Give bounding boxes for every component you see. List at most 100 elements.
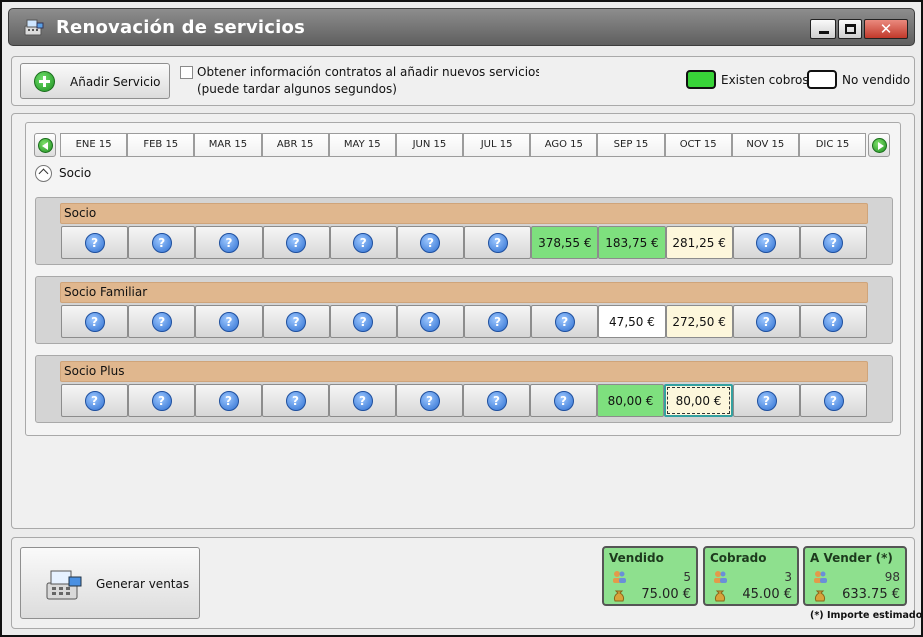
amount-cell[interactable]: 80,00 €	[597, 384, 664, 417]
service-row: Socio Plus???????? 80,00 €80,00 €??	[35, 355, 893, 423]
question-icon: ?	[286, 232, 307, 253]
unknown-cell[interactable]: ?	[262, 384, 329, 417]
arrow-right-icon	[872, 138, 887, 153]
unknown-cell[interactable]: ?	[128, 226, 196, 259]
unknown-cell[interactable]: ?	[396, 305, 465, 338]
stat-count: 5	[683, 570, 691, 584]
people-icon	[814, 571, 827, 583]
unknown-cell[interactable]: ?	[732, 226, 800, 259]
money-bag-icon	[814, 590, 826, 602]
next-month-button[interactable]	[868, 133, 890, 157]
question-icon: ?	[151, 232, 172, 253]
unknown-cell[interactable]: ?	[61, 226, 129, 259]
stat-amount: 633.75 €	[842, 587, 900, 602]
question-icon: ?	[420, 311, 441, 332]
month-header-cell: DIC 15	[798, 133, 867, 157]
service-header: Socio Familiar	[60, 282, 868, 303]
question-icon: ?	[756, 311, 777, 332]
estimate-footnote: (*) Importe estimado	[810, 610, 923, 621]
question-icon: ?	[823, 232, 844, 253]
service-header: Socio Plus	[60, 361, 868, 382]
unknown-cell[interactable]: ?	[464, 305, 532, 338]
service-row: Socio Familiar???????? 47,50 €272,50 €??	[35, 276, 893, 344]
amount-cell[interactable]: 378,55 €	[531, 226, 599, 259]
unknown-cell[interactable]: ?	[396, 226, 465, 259]
stat-count: 3	[784, 570, 792, 584]
unknown-cell[interactable]: ?	[732, 305, 800, 338]
unknown-cell[interactable]: ?	[262, 226, 330, 259]
question-icon: ?	[218, 311, 239, 332]
unknown-cell[interactable]: ?	[61, 305, 129, 338]
close-button[interactable]: ✕	[864, 19, 908, 39]
stat-cobrado: Cobrado 3 45.00 €	[703, 546, 799, 606]
bottom-panel: Generar ventas Vendido 5 75.00 € Cobrado…	[11, 537, 922, 629]
question-icon: ?	[352, 390, 373, 411]
previous-month-button[interactable]	[34, 133, 56, 157]
title-bar[interactable]: Renovación de servicios ✕	[8, 8, 915, 46]
unknown-cell[interactable]: ?	[329, 226, 397, 259]
question-icon: ?	[286, 311, 307, 332]
month-header-cell: JUN 15	[395, 133, 464, 157]
unknown-cell[interactable]: ?	[61, 384, 128, 417]
question-icon: ?	[420, 232, 441, 253]
legend-swatch-no-vendido	[807, 70, 837, 89]
unknown-cell[interactable]: ?	[799, 305, 868, 338]
question-icon: ?	[151, 390, 172, 411]
unknown-cell[interactable]: ?	[195, 384, 262, 417]
info-checkbox-label[interactable]: Obtener información contratos al añadir …	[197, 65, 539, 79]
add-icon	[34, 71, 55, 92]
minimize-button[interactable]	[810, 19, 836, 39]
amount-cell[interactable]: 272,50 €	[665, 305, 733, 338]
unknown-cell[interactable]: ?	[262, 305, 330, 338]
service-name: Socio Familiar	[64, 285, 148, 299]
service-cells: ??????? 378,55 €183,75 €281,25 €??	[61, 226, 868, 259]
question-icon: ?	[487, 311, 508, 332]
unknown-cell[interactable]: ?	[396, 384, 463, 417]
legend-label-no-vendido: No vendido	[842, 73, 911, 87]
unknown-cell[interactable]: ?	[128, 305, 196, 338]
money-bag-icon	[714, 590, 726, 602]
question-icon: ?	[151, 311, 172, 332]
unknown-cell[interactable]: ?	[329, 384, 396, 417]
stat-vendido: Vendido 5 75.00 €	[602, 546, 698, 606]
month-header-cell: FEB 15	[127, 133, 195, 157]
unknown-cell[interactable]: ?	[800, 384, 867, 417]
collapse-group-button[interactable]	[35, 165, 52, 182]
group-label: Socio	[59, 166, 92, 180]
amount-cell[interactable]: 80,00 €	[664, 384, 733, 417]
question-icon: ?	[84, 390, 105, 411]
unknown-cell[interactable]: ?	[128, 384, 195, 417]
question-icon: ?	[553, 390, 574, 411]
unknown-cell[interactable]: ?	[733, 384, 800, 417]
generate-sales-button[interactable]: Generar ventas	[20, 547, 200, 619]
amount-cell[interactable]: 47,50 €	[598, 305, 666, 338]
amount-cell[interactable]: 183,75 €	[598, 226, 666, 259]
stat-a-vender: A Vender (*) 98 633.75 €	[803, 546, 907, 606]
month-header: ENE 15 FEB 15 MAR 15 ABR 15 MAY 15 JUN 15 JUL …	[60, 133, 867, 157]
arrow-left-icon	[38, 138, 53, 153]
info-checkbox-hint: (puede tardar algunos segundos)	[197, 82, 397, 96]
question-icon: ?	[285, 390, 306, 411]
unknown-cell[interactable]: ?	[464, 226, 532, 259]
unknown-cell[interactable]: ?	[195, 226, 263, 259]
maximize-button[interactable]	[838, 19, 862, 39]
toolbar: Añadir Servicio Obtener información cont…	[11, 56, 915, 106]
question-icon: ?	[486, 390, 507, 411]
amount-cell[interactable]: 281,25 €	[665, 226, 733, 259]
unknown-cell[interactable]: ?	[530, 384, 597, 417]
unknown-cell[interactable]: ?	[799, 226, 868, 259]
renovacion-window: Renovación de servicios ✕ Añadir Servici…	[0, 0, 923, 637]
question-icon: ?	[353, 232, 374, 253]
unknown-cell[interactable]: ?	[329, 305, 397, 338]
add-service-button[interactable]: Añadir Servicio	[20, 63, 170, 99]
question-icon: ?	[218, 390, 239, 411]
unknown-cell[interactable]: ?	[463, 384, 530, 417]
unknown-cell[interactable]: ?	[195, 305, 263, 338]
unknown-cell[interactable]: ?	[531, 305, 599, 338]
main-panel: ENE 15 FEB 15 MAR 15 ABR 15 MAY 15 JUN 15 JUL …	[11, 113, 915, 529]
info-checkbox[interactable]	[180, 66, 193, 79]
question-icon: ?	[823, 390, 844, 411]
month-header-cell: MAR 15	[194, 133, 262, 157]
month-header-cell: ABR 15	[261, 133, 329, 157]
money-bag-icon	[613, 590, 625, 602]
